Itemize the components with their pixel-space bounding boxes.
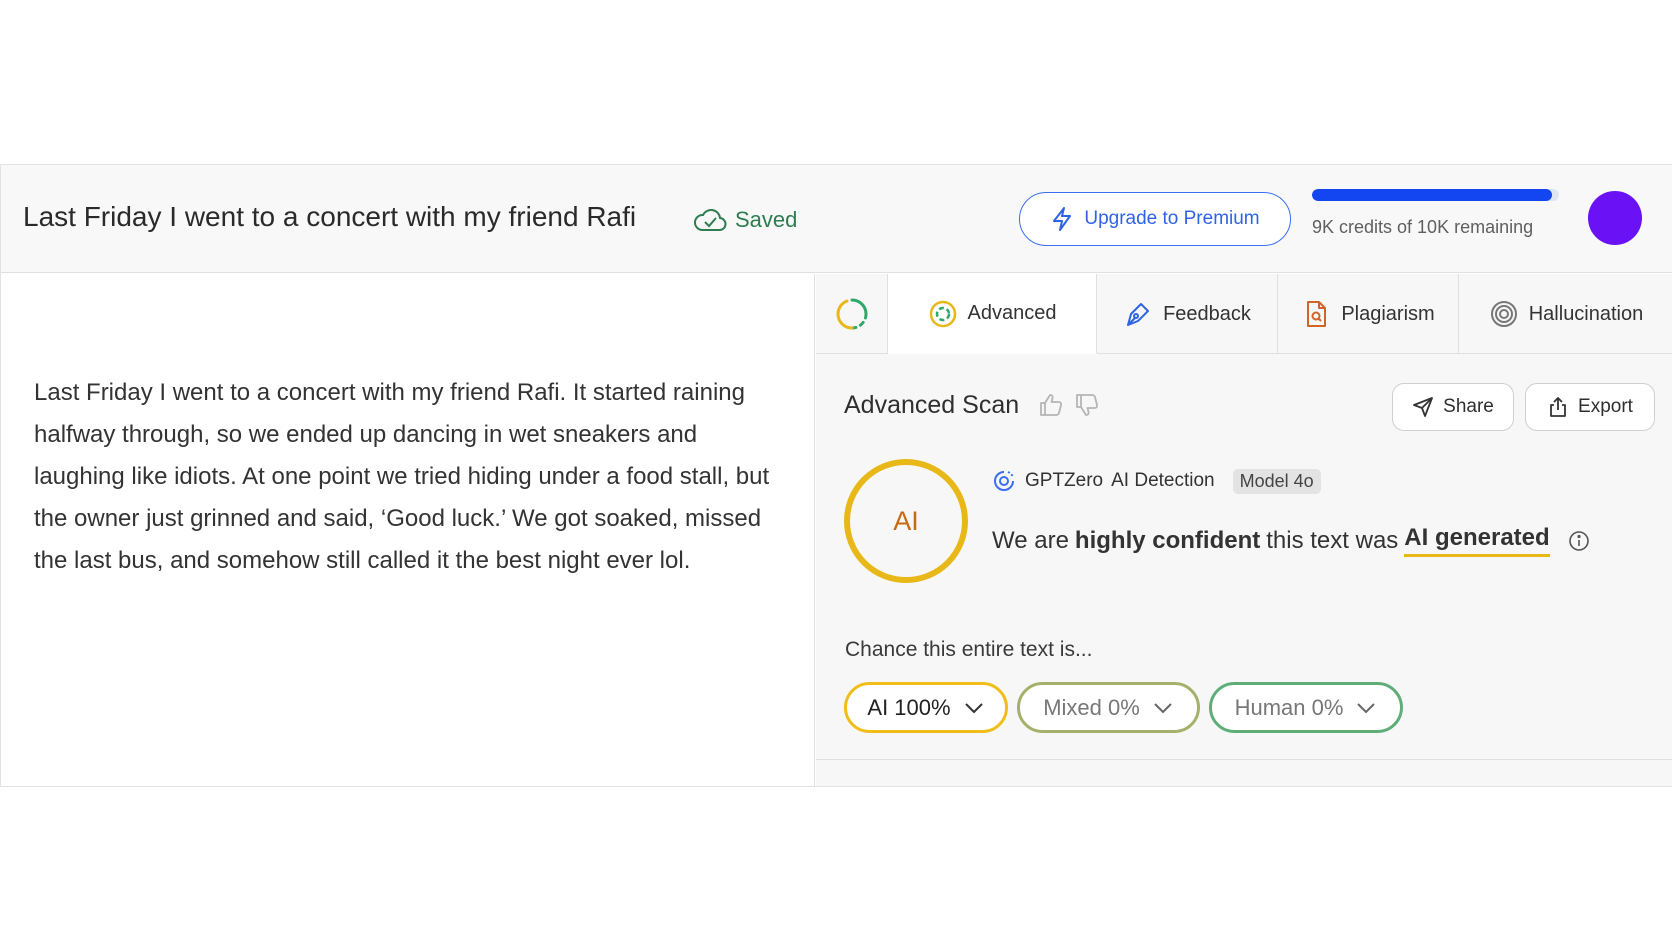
lightning-icon — [1053, 207, 1072, 231]
gptzero-logo-icon — [994, 471, 1014, 491]
document-title[interactable]: Last Friday I went to a concert with my … — [23, 201, 636, 233]
tab-advanced[interactable]: Advanced — [888, 274, 1097, 354]
saved-status: Saved — [693, 206, 797, 234]
user-avatar[interactable] — [1588, 191, 1642, 245]
mixed-probability-dropdown[interactable]: Mixed 0% — [1017, 682, 1200, 733]
credits-progress-fill — [1312, 189, 1552, 201]
export-label: Export — [1578, 396, 1633, 417]
tab-label: Hallucination — [1528, 302, 1644, 325]
export-icon — [1550, 397, 1566, 417]
verdict-strength: highly confident — [1074, 526, 1261, 554]
share-label: Share — [1443, 396, 1494, 417]
scan-title: Advanced Scan — [844, 391, 1020, 419]
tab-hallucination[interactable]: Hallucination — [1459, 274, 1672, 354]
pen-icon — [1127, 303, 1150, 326]
tab-plagiarism[interactable]: Plagiarism — [1278, 274, 1459, 354]
ai-probability-dropdown[interactable]: AI 100% — [844, 682, 1008, 733]
human-probability-dropdown[interactable]: Human 0% — [1209, 682, 1403, 733]
tab-feedback[interactable]: Feedback — [1097, 274, 1278, 354]
chance-label: Chance this entire text is... — [845, 638, 1093, 661]
tab-label: Plagiarism — [1341, 302, 1435, 325]
send-icon — [1413, 397, 1434, 417]
pill-label: Mixed 0% — [1043, 694, 1140, 720]
detector-name: GPTZero — [1025, 470, 1104, 491]
saved-label: Saved — [735, 207, 798, 232]
detector-info: GPTZero AI Detection Model 4o — [991, 468, 1321, 494]
tab-label: Feedback — [1163, 302, 1251, 325]
verdict-text: We are highly confident this text was AI… — [992, 524, 1590, 557]
credits-progress-bar — [1312, 189, 1559, 201]
scan-tabs: Advanced Feedback Plagiarism Hallucinati… — [816, 274, 1672, 354]
editor-content[interactable]: Last Friday I went to a concert with my … — [34, 372, 794, 582]
document-header: Last Friday I went to a concert with my … — [1, 165, 1672, 273]
info-icon[interactable] — [1568, 530, 1590, 552]
panel-divider — [816, 759, 1672, 760]
chevron-down-icon — [964, 702, 983, 713]
detector-suffix: AI Detection — [1111, 470, 1215, 491]
thumbs-up-icon[interactable] — [1038, 392, 1064, 418]
thumbs-down-icon[interactable] — [1074, 392, 1100, 418]
verdict-middle: this text was — [1266, 526, 1399, 554]
advanced-scan-icon — [929, 300, 956, 327]
verdict-prefix: We are — [992, 526, 1069, 554]
pill-label: AI 100% — [867, 694, 951, 720]
upgrade-premium-button[interactable]: Upgrade to Premium — [1019, 192, 1291, 246]
cloud-check-icon — [694, 209, 727, 231]
probability-pills: AI 100% Mixed 0% Human 0% — [844, 682, 1403, 733]
ai-score-ring: AI — [844, 459, 968, 583]
chevron-down-icon — [1154, 702, 1172, 713]
spiral-icon — [1490, 301, 1517, 327]
export-button[interactable]: Export — [1525, 383, 1655, 431]
tab-label: Advanced — [967, 302, 1057, 324]
upgrade-label: Upgrade to Premium — [1084, 208, 1260, 229]
verdict-result: AI generated — [1404, 524, 1550, 557]
results-panel: Advanced Feedback Plagiarism Hallucinati… — [816, 274, 1672, 786]
feedback-thumbs — [1038, 392, 1100, 418]
share-button[interactable]: Share — [1392, 383, 1514, 431]
spinner-icon — [836, 298, 867, 330]
app-window: Last Friday I went to a concert with my … — [0, 164, 1672, 787]
pill-label: Human 0% — [1234, 694, 1344, 720]
document-search-icon — [1307, 301, 1327, 327]
credits-remaining-text: 9K credits of 10K remaining — [1312, 217, 1534, 237]
model-badge: Model 4o — [1232, 468, 1321, 494]
chevron-down-icon — [1357, 702, 1376, 713]
credits-meter: 9K credits of 10K remaining — [1312, 189, 1562, 238]
text-editor[interactable]: Last Friday I went to a concert with my … — [1, 274, 815, 786]
loading-spinner — [816, 274, 888, 354]
